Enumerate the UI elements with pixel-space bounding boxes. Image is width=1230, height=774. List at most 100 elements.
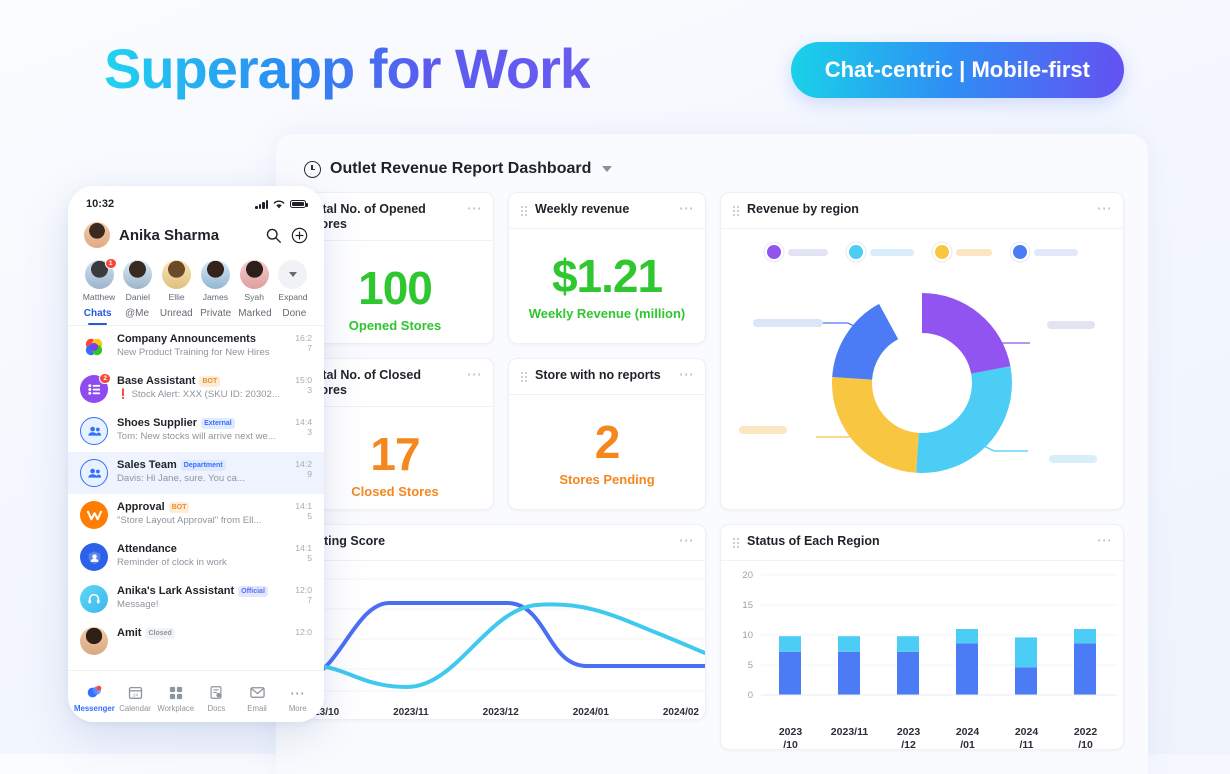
bar-base [779, 651, 801, 695]
chat-list-item[interactable]: Sales Team Department Davis: Hi Jane, su… [68, 452, 324, 494]
nav-docs[interactable]: Docs [196, 684, 237, 713]
contacts-row: 1 Matthew Daniel Ellie James Syah Expand [68, 258, 324, 302]
nav-email[interactable]: Email [237, 684, 278, 713]
contact-item[interactable]: James [197, 260, 233, 302]
card-title: Revenue by region [747, 202, 859, 216]
contact-expand[interactable]: Expand [275, 260, 311, 302]
drag-handle-icon[interactable] [732, 205, 740, 217]
attendance-icon [88, 550, 100, 564]
tab-marked[interactable]: Marked [235, 308, 274, 325]
chat-title: Anika's Lark Assistant Official [117, 585, 284, 598]
y-axis-ticks: 20 15 10 5 0 [742, 570, 753, 701]
x-tick: 2023/12 [482, 707, 519, 718]
more-dots-icon[interactable]: ⋯ [467, 201, 483, 216]
plus-circle-icon[interactable] [291, 227, 308, 244]
nav-more[interactable]: ⋯ More [277, 684, 318, 714]
legend-label-placeholder [1033, 248, 1078, 256]
chat-list-item[interactable]: Shoes Supplier External Tom: New stocks … [68, 410, 324, 452]
chat-time: 14:15 [295, 501, 312, 521]
contact-item[interactable]: 1 Matthew [81, 258, 117, 302]
more-dots-icon[interactable]: ⋯ [1097, 533, 1113, 548]
avatar [239, 260, 269, 289]
bar-base [897, 651, 919, 695]
card-opened-stores[interactable]: Total No. of Opened Stores ⋯ 100 Opened … [296, 192, 494, 344]
chat-tabs: Chats @Me Unread Private Marked Done [68, 302, 324, 326]
tab-unread[interactable]: Unread [157, 308, 196, 325]
bars [779, 629, 1096, 695]
contact-item[interactable]: Daniel [120, 260, 156, 302]
tab-done[interactable]: Done [275, 308, 314, 325]
drag-handle-icon[interactable] [520, 371, 528, 383]
more-dots-icon[interactable]: ⋯ [679, 201, 695, 216]
more-dots-icon[interactable]: ⋯ [1097, 201, 1113, 216]
chat-preview: Davis: Hi Jane, sure. You ca... [117, 473, 245, 484]
calendar-icon: 24 [128, 684, 143, 701]
avatar [123, 260, 153, 289]
nav-workplace[interactable]: Workplace [155, 684, 196, 713]
search-icon[interactable] [265, 227, 282, 244]
chat-title: Approval BOT [117, 501, 284, 514]
gridlines [761, 574, 1117, 696]
donut-arcs [832, 293, 1012, 473]
x-tick: 2023/12 [896, 726, 921, 750]
clock-icon [304, 160, 321, 178]
bar-top [897, 636, 919, 652]
card-rating-score[interactable]: Rating Score ⋯ 2023/11 2023/12 2024/01 2… [296, 524, 706, 720]
card-stores-no-reports[interactable]: Store with no reports ⋯ 2 Stores Pending [508, 358, 706, 510]
donut-label-placeholder [1047, 321, 1095, 329]
chat-list-item[interactable]: Approval BOT "Store Layout Approval" fro… [68, 494, 324, 536]
chevron-down-icon[interactable] [602, 166, 613, 172]
chat-time: 14:15 [295, 543, 312, 563]
legend-item[interactable] [934, 245, 992, 259]
more-icon: ⋯ [289, 684, 306, 702]
more-dots-icon[interactable]: ⋯ [679, 533, 695, 548]
svg-text:24: 24 [132, 692, 138, 697]
chevron-down-icon [288, 272, 297, 277]
nav-messenger[interactable]: Messenger [74, 684, 115, 713]
tab-atme[interactable]: @Me [117, 308, 156, 325]
chat-list-item[interactable]: Amit Closed 12:0 [68, 620, 324, 662]
bar-base [838, 651, 860, 695]
more-dots-icon[interactable]: ⋯ [467, 367, 483, 382]
drag-handle-icon[interactable] [520, 205, 528, 217]
phone-header: Anika Sharma [68, 214, 324, 258]
nav-calendar[interactable]: 24 Calendar [115, 684, 156, 713]
card-header: Total No. of Closed Stores ⋯ [297, 359, 493, 407]
svg-text:20: 20 [742, 570, 753, 581]
legend-item[interactable] [1012, 245, 1078, 259]
card-title: Weekly revenue [535, 202, 630, 216]
legend-item[interactable] [766, 245, 828, 259]
tab-chats[interactable]: Chats [78, 308, 117, 325]
donut-label-placeholder [739, 426, 787, 434]
chat-list-item[interactable]: Anika's Lark Assistant Official Message!… [68, 578, 324, 620]
avatar[interactable] [84, 222, 110, 248]
card-revenue-by-region[interactable]: Revenue by region ⋯ [720, 192, 1124, 510]
chat-list-item[interactable]: Company Announcements New Product Traini… [68, 326, 324, 368]
contact-item[interactable]: Ellie [159, 260, 195, 302]
card-title: Status of Each Region [747, 534, 880, 548]
line-x-axis: 2023/10 2023/11 2023/12 2024/01 2024/02 [297, 707, 705, 718]
card-closed-stores[interactable]: Total No. of Closed Stores ⋯ 17 Closed S… [296, 358, 494, 510]
more-dots-icon[interactable]: ⋯ [679, 367, 695, 382]
legend-label-placeholder [869, 248, 914, 256]
contact-item[interactable]: Syah [236, 260, 272, 302]
dashboard-header: Outlet Revenue Report Dashboard [296, 150, 1128, 192]
chat-list-item[interactable]: 2 Base Assistant BOT ❗ Stock Alert: XXX … [68, 368, 324, 410]
chat-tag: BOT [199, 376, 221, 387]
chat-title-text: Anika's Lark Assistant [117, 585, 235, 597]
kpi-caption: Stores Pending [559, 472, 655, 487]
rating-line-chart: 2023/10 2023/11 2023/12 2024/01 2024/02 [297, 561, 705, 719]
chat-list-item[interactable]: Attendance Reminder of clock in work 14:… [68, 536, 324, 578]
chat-content: Shoes Supplier External Tom: New stocks … [117, 417, 284, 445]
chat-tag: External [201, 418, 235, 429]
line-chart-svg [297, 578, 705, 692]
tab-private[interactable]: Private [196, 308, 235, 325]
kpi-caption: Weekly Revenue (million) [528, 306, 686, 321]
card-status-of-each-region[interactable]: Status of Each Region ⋯ 20 15 10 5 0 202… [720, 524, 1124, 750]
card-weekly-revenue[interactable]: Weekly revenue ⋯ $1.21 Weekly Revenue (m… [508, 192, 706, 344]
drag-handle-icon[interactable] [732, 537, 740, 549]
legend-item[interactable] [848, 245, 914, 259]
chat-content: Anika's Lark Assistant Official Message! [117, 585, 284, 613]
dashboard-panel: Outlet Revenue Report Dashboard Total No… [276, 134, 1148, 774]
contact-name: Matthew [82, 292, 116, 302]
